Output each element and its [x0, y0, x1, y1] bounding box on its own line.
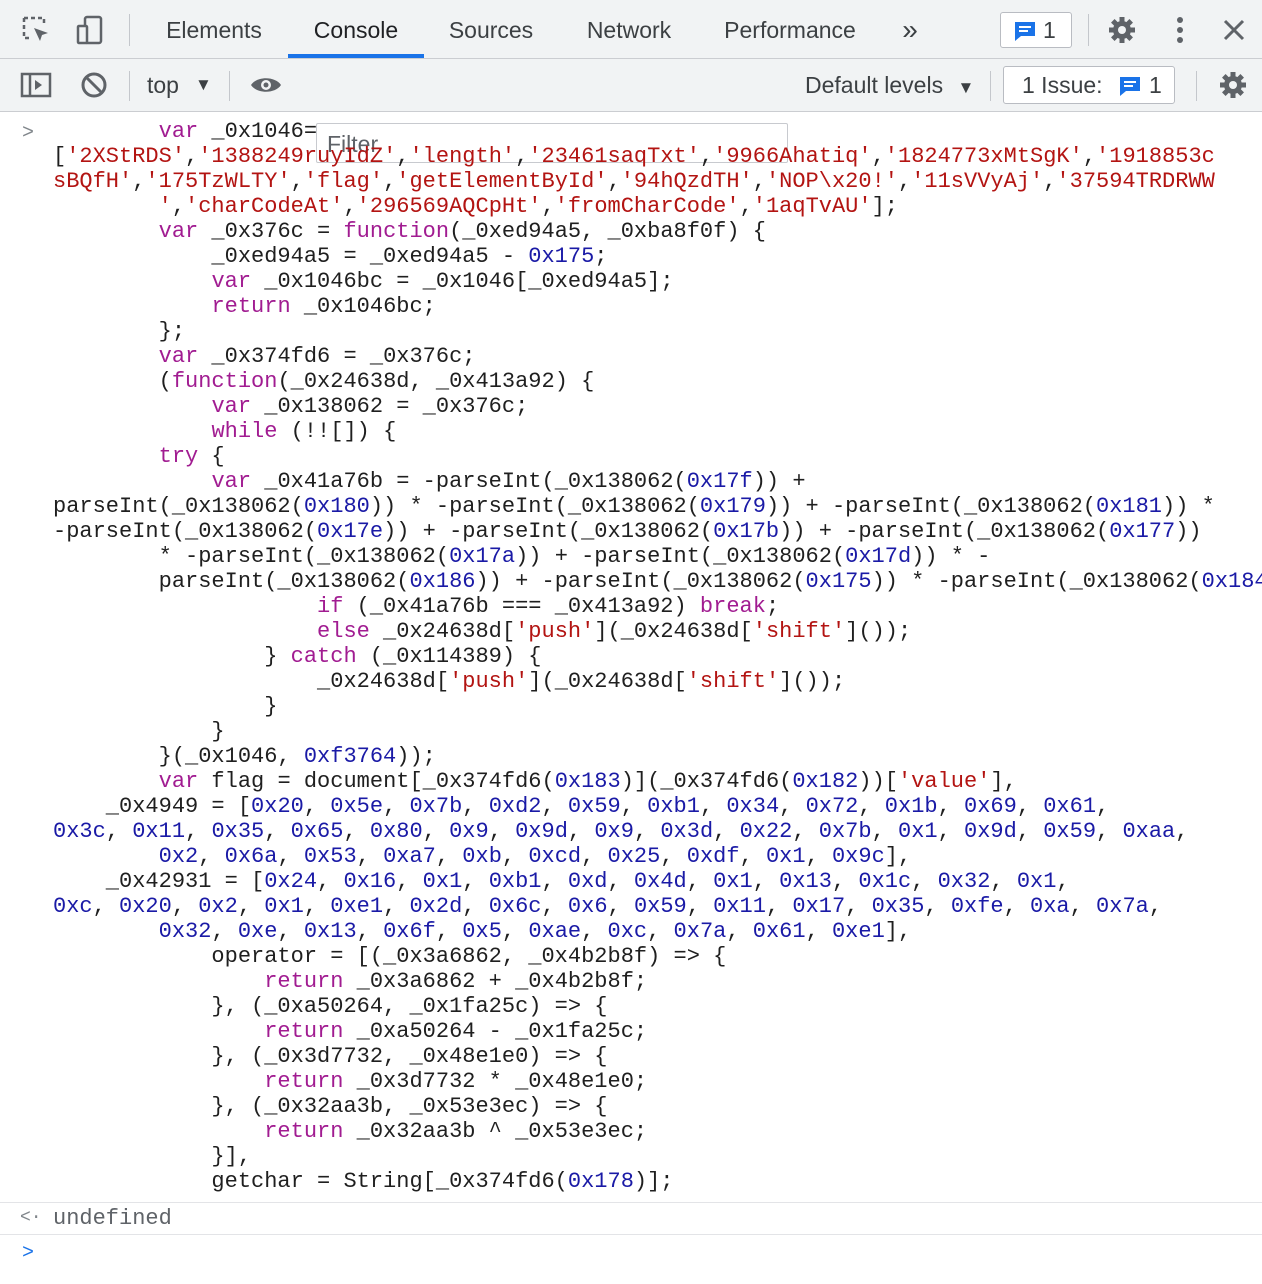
messages-count: 1: [1043, 17, 1056, 43]
more-options-icon[interactable]: [1162, 12, 1198, 48]
console-input-code: var _0x1046= ['2XStRDS','1388249ruyIdZ',…: [53, 119, 1262, 1194]
message-icon: [1118, 74, 1142, 98]
chevron-down-icon: ▼: [195, 75, 212, 94]
clear-console-icon[interactable]: [76, 67, 112, 103]
inspect-element-icon[interactable]: [18, 12, 54, 48]
device-toolbar-icon[interactable]: [72, 12, 108, 48]
issues-count: 1: [1149, 72, 1162, 98]
active-tab-indicator: [288, 54, 424, 58]
messages-badge[interactable]: 1: [1000, 12, 1072, 48]
log-levels-label: Default levels: [805, 72, 944, 98]
divider: [990, 71, 991, 101]
divider: [129, 71, 130, 101]
divider: [1196, 71, 1197, 101]
close-icon[interactable]: [1216, 12, 1252, 48]
divider: [1088, 14, 1089, 46]
prompt-chevron-icon: >: [22, 1242, 35, 1265]
tab-elements[interactable]: Elements: [150, 0, 278, 58]
log-levels-dropdown[interactable]: Default levels ▼: [805, 65, 974, 108]
issues-button[interactable]: 1 Issue: 1: [1003, 66, 1175, 104]
message-icon: [1013, 19, 1037, 43]
divider: [0, 1234, 1262, 1235]
console-settings-gear-icon[interactable]: [1214, 67, 1252, 103]
input-chevron-icon: >: [22, 122, 35, 145]
tab-console[interactable]: Console: [288, 0, 424, 58]
context-selector[interactable]: top ▼: [147, 65, 212, 105]
result-arrow-icon: <·: [20, 1208, 42, 1228]
sidebar-toggle-icon[interactable]: [18, 67, 54, 103]
settings-gear-icon[interactable]: [1104, 12, 1140, 48]
more-tabs-icon[interactable]: »: [888, 0, 932, 58]
console-result: undefined: [53, 1206, 172, 1231]
console-toolbar: top ▼ Filter Default levels ▼ 1 Issue: 1: [0, 59, 1262, 163]
live-expression-eye-icon[interactable]: [246, 67, 286, 103]
issues-label: 1 Issue:: [1022, 72, 1103, 98]
context-label: top: [147, 72, 179, 98]
chevron-down-icon: ▼: [957, 78, 975, 97]
divider: [229, 71, 230, 101]
tab-performance[interactable]: Performance: [708, 0, 872, 58]
tab-sources[interactable]: Sources: [432, 0, 550, 58]
tab-network[interactable]: Network: [568, 0, 690, 58]
divider: [0, 1202, 1262, 1203]
divider: [129, 14, 130, 46]
devtools-tabbar: Elements Console Sources Network Perform…: [0, 0, 1262, 59]
console-prompt-input[interactable]: [53, 1238, 1233, 1268]
